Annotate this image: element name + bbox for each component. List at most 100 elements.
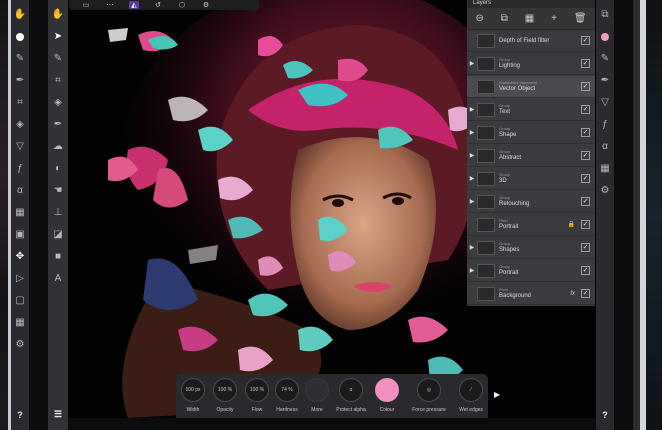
- visibility-checkbox[interactable]: ✓: [581, 197, 590, 206]
- layer-row[interactable]: ▶ Group Shape ✓: [467, 122, 595, 144]
- expand-arrow-icon[interactable]: ▶: [467, 175, 477, 182]
- brush-control-colour[interactable]: Colour: [374, 378, 400, 413]
- triangle-icon[interactable]: ▽: [13, 140, 27, 154]
- layer-row[interactable]: Pixel Background fx ✓: [467, 283, 595, 305]
- gear-icon[interactable]: ⚙: [598, 184, 612, 198]
- brush-control-knob[interactable]: 74 %: [275, 378, 299, 402]
- expand-arrow-icon[interactable]: ▶: [467, 106, 477, 113]
- delete-icon[interactable]: 🗑: [574, 13, 587, 24]
- move-icon[interactable]: ✥: [13, 250, 27, 264]
- fx-icon[interactable]: ƒ: [13, 162, 27, 176]
- layer-row[interactable]: ▶ Group Abstract ✓: [467, 145, 595, 167]
- help-button[interactable]: ?: [17, 410, 23, 420]
- triangle-icon[interactable]: ▽: [598, 96, 612, 110]
- visibility-checkbox[interactable]: ✓: [581, 128, 590, 137]
- text-icon[interactable]: A: [51, 272, 65, 286]
- brush-icon[interactable]: ✎: [598, 52, 612, 66]
- brush-control-wet-edges[interactable]: ⁄ Wet edges: [458, 378, 484, 413]
- gradient-icon[interactable]: ◪: [51, 228, 65, 242]
- visibility-checkbox[interactable]: ✓: [581, 105, 590, 114]
- square-icon[interactable]: ■: [51, 250, 65, 264]
- visibility-checkbox[interactable]: ✓: [581, 36, 590, 45]
- brush-control-knob[interactable]: [305, 378, 329, 402]
- brush-icon[interactable]: ✎: [13, 52, 27, 66]
- layer-row[interactable]: ▶ Group Shapes ✓: [467, 237, 595, 259]
- expand-arrow-icon[interactable]: ▶: [467, 152, 477, 159]
- grid-icon[interactable]: ▦: [598, 162, 612, 176]
- layer-row[interactable]: ▶ Group Portrait ✓: [467, 260, 595, 282]
- visibility-checkbox[interactable]: ✓: [581, 59, 590, 68]
- visibility-checkbox[interactable]: ✓: [581, 220, 590, 229]
- layer-row[interactable]: Depth of Field filter ✓: [467, 30, 595, 52]
- dodge-icon[interactable]: ◐: [51, 162, 65, 176]
- pen-icon[interactable]: ✒: [13, 74, 27, 88]
- brush-control-knob[interactable]: ⁄: [459, 378, 483, 402]
- smudge-icon[interactable]: α: [598, 140, 612, 154]
- brush-control-force-pressure[interactable]: ◎ Force pressure: [412, 378, 446, 413]
- brush-control-hardness[interactable]: 74 % Hardness: [274, 378, 300, 413]
- layer-row[interactable]: Embedded document Vector Object ✓: [467, 76, 595, 98]
- snapshot-icon[interactable]: ⬡: [177, 1, 187, 9]
- stamp-icon[interactable]: ⊥: [51, 206, 65, 220]
- help-button-right[interactable]: ?: [602, 410, 608, 420]
- layer-row[interactable]: ▶ Group Text ✓: [467, 99, 595, 121]
- visibility-checkbox[interactable]: ✓: [581, 82, 590, 91]
- layer-row[interactable]: Pixel Portrait 🔒 ✓: [467, 214, 595, 236]
- more-icon[interactable]: ⋯: [105, 1, 115, 9]
- brush-control-flow[interactable]: 100 % Flow: [244, 378, 270, 413]
- brush-control-knob[interactable]: ◎: [417, 378, 441, 402]
- fx-icon[interactable]: ƒ: [598, 118, 612, 132]
- fill-icon[interactable]: ◈: [13, 118, 27, 132]
- add-icon[interactable]: +: [551, 13, 557, 24]
- crop-icon[interactable]: ⌗: [51, 74, 65, 88]
- brush-control-knob[interactable]: α: [339, 378, 363, 402]
- fill-icon[interactable]: ◈: [51, 96, 65, 110]
- hand-icon[interactable]: ☚: [51, 184, 65, 198]
- expand-arrow-icon[interactable]: ▶: [467, 267, 477, 274]
- expand-arrow-icon[interactable]: ▶: [467, 244, 477, 251]
- layer-row[interactable]: ▶ Group 3D ✓: [467, 168, 595, 190]
- play-icon[interactable]: ▷: [13, 272, 27, 286]
- smudge-icon[interactable]: ☁: [51, 140, 65, 154]
- visibility-checkbox[interactable]: ✓: [581, 174, 590, 183]
- history-icon[interactable]: ↺: [153, 1, 163, 9]
- fx-icon[interactable]: fx: [570, 291, 575, 297]
- grid-icon[interactable]: ▦: [13, 206, 27, 220]
- crop-icon[interactable]: ⌗: [13, 96, 27, 110]
- hand-icon[interactable]: ✋: [51, 8, 65, 22]
- visibility-checkbox[interactable]: ✓: [581, 243, 590, 252]
- brush-control-protect-alpha[interactable]: α Protect alpha: [336, 378, 366, 413]
- settings-icon[interactable]: ☰: [54, 409, 62, 420]
- document-icon[interactable]: ▭: [81, 1, 91, 9]
- expand-arrow-icon[interactable]: ▶: [467, 60, 477, 67]
- expand-arrow-icon[interactable]: ▶: [494, 390, 500, 399]
- expand-arrow-icon[interactable]: ▶: [467, 198, 477, 205]
- lock-icon[interactable]: 🔒: [568, 221, 575, 228]
- stack-icon[interactable]: ⧉: [501, 13, 508, 24]
- visibility-checkbox[interactable]: ✓: [581, 266, 590, 275]
- affinity-icon[interactable]: ◭: [129, 1, 139, 9]
- pixel-icon[interactable]: ▣: [13, 228, 27, 242]
- square-icon[interactable]: ▢: [13, 294, 27, 308]
- brush-control-opacity[interactable]: 100 % Opacity: [212, 378, 238, 413]
- visibility-checkbox[interactable]: ✓: [581, 151, 590, 160]
- brush-control-knob[interactable]: 100 %: [245, 378, 269, 402]
- pen-icon[interactable]: ✒: [598, 74, 612, 88]
- layers-icon[interactable]: ⧉: [598, 8, 612, 22]
- brush-icon[interactable]: ✎: [51, 52, 65, 66]
- brush-control-more[interactable]: More: [304, 378, 330, 413]
- colour-dot-icon[interactable]: [598, 30, 612, 44]
- gear-icon[interactable]: ⚙: [13, 338, 27, 352]
- smudge-icon[interactable]: α: [13, 184, 27, 198]
- pen-icon[interactable]: ✒: [51, 118, 65, 132]
- mask-icon[interactable]: ⊖: [475, 13, 483, 24]
- visibility-checkbox[interactable]: ✓: [581, 289, 590, 298]
- hand-icon[interactable]: ✋: [13, 8, 27, 22]
- colour-swatch[interactable]: [375, 378, 399, 402]
- layer-row[interactable]: ▶ Group Lighting ✓: [467, 53, 595, 75]
- expand-arrow-icon[interactable]: ▶: [467, 129, 477, 136]
- colour-dot-icon[interactable]: [13, 30, 27, 44]
- pointer-icon[interactable]: ➤: [51, 30, 65, 44]
- settings-icon[interactable]: ⚙: [201, 1, 211, 9]
- brush-control-width[interactable]: 100 px Width: [180, 378, 206, 413]
